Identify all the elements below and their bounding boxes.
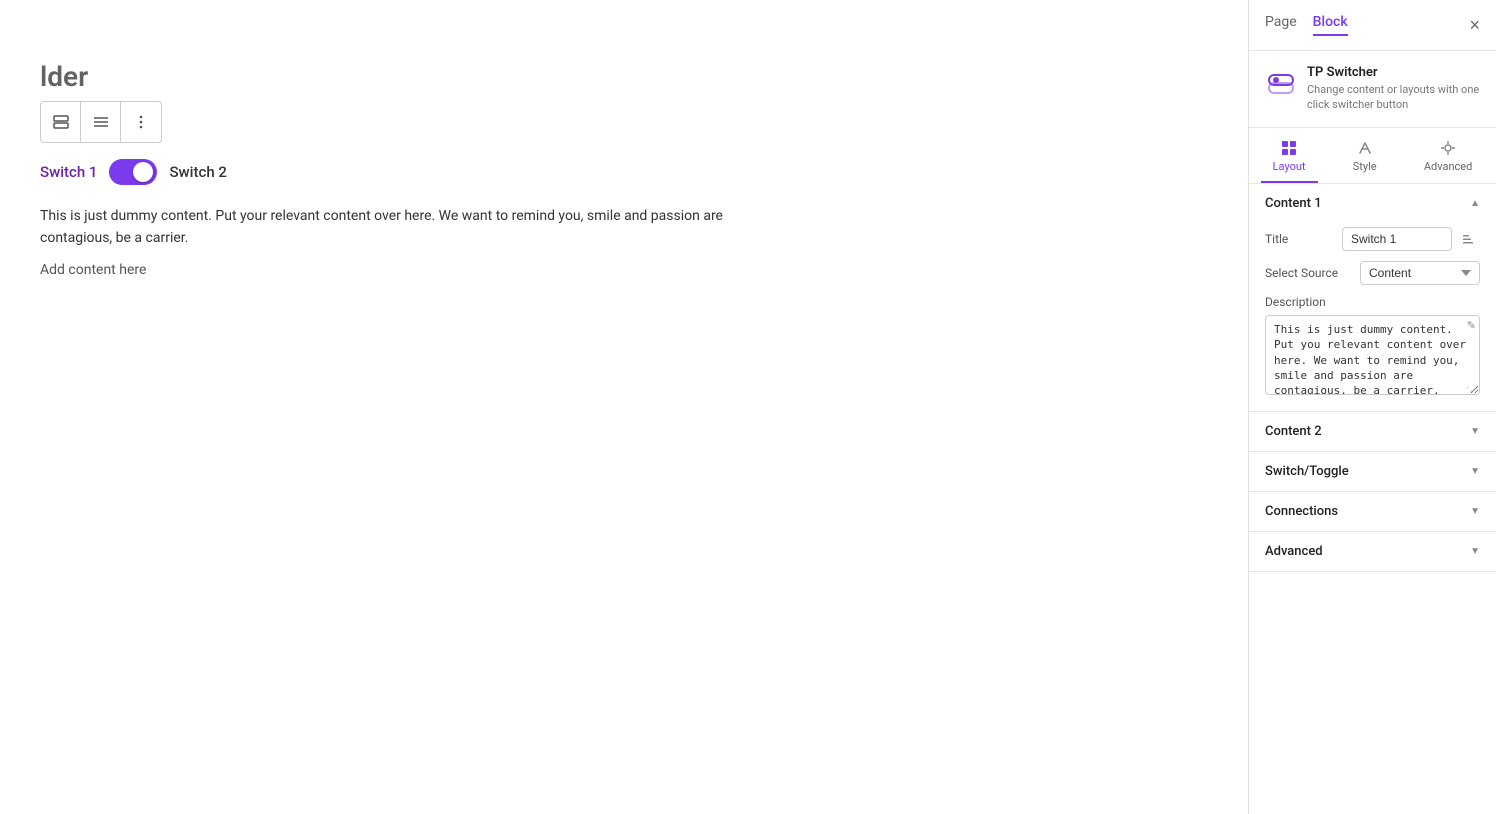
desc-edit-icon[interactable]: ✎	[1467, 319, 1476, 332]
title-field-label: Title	[1265, 232, 1288, 246]
block-info: TP Switcher Change content or layouts wi…	[1249, 51, 1496, 128]
section-content2-header[interactable]: Content 2 ▼	[1249, 412, 1496, 451]
advanced-sub-icon	[1440, 140, 1456, 156]
section-advanced-header[interactable]: Advanced ▼	[1249, 532, 1496, 571]
chevron-down-icon-con: ▼	[1470, 506, 1480, 517]
canvas-area: lder Switch 1	[0, 0, 1248, 814]
toggle-switch[interactable]	[109, 159, 157, 185]
close-button[interactable]: ×	[1469, 15, 1480, 36]
section-content1: Content 1 ▲ Title	[1249, 184, 1496, 412]
section-switch-toggle-title: Switch/Toggle	[1265, 464, 1349, 479]
layout-icon	[52, 113, 70, 131]
block-name: TP Switcher	[1307, 65, 1480, 80]
tab-page[interactable]: Page	[1265, 14, 1297, 36]
switch1-label: Switch 1	[40, 163, 97, 181]
section-connections-title: Connections	[1265, 504, 1338, 519]
title-field-row: Title	[1265, 227, 1480, 251]
source-field-row: Select Source Content Template Custom	[1265, 261, 1480, 285]
list-icon	[92, 113, 110, 131]
source-dropdown[interactable]: Content Template Custom	[1360, 261, 1480, 285]
toggle-thumb	[133, 162, 153, 182]
tp-switcher-icon	[1265, 65, 1297, 97]
panel-tabs: Page Block	[1265, 14, 1348, 36]
section-switch-toggle: Switch/Toggle ▼	[1249, 452, 1496, 492]
chevron-up-icon: ▲	[1470, 198, 1480, 209]
switch2-label: Switch 2	[169, 163, 226, 181]
add-content-link[interactable]: Add content here	[40, 262, 1208, 278]
section-content2-title: Content 2	[1265, 424, 1322, 439]
block-toolbar	[40, 101, 162, 143]
section-content2: Content 2 ▼	[1249, 412, 1496, 452]
content-text: This is just dummy content. Put your rel…	[40, 205, 740, 250]
sub-tabs: Layout Style Advanced	[1249, 128, 1496, 184]
section-connections-header[interactable]: Connections ▼	[1249, 492, 1496, 531]
layout-icon-btn[interactable]	[41, 102, 81, 142]
right-panel: Page Block × TP Switcher Change content …	[1248, 0, 1496, 814]
tab-block[interactable]: Block	[1313, 14, 1348, 36]
section-content1-title: Content 1	[1265, 196, 1322, 211]
desc-textarea-wrapper: This is just dummy content. Put you rele…	[1265, 315, 1480, 399]
chevron-down-icon-adv: ▼	[1470, 546, 1480, 557]
layout-sub-icon	[1281, 140, 1297, 156]
sub-tab-style[interactable]: Style	[1341, 136, 1389, 183]
partial-title: lder	[40, 60, 1208, 93]
section-content1-body: Title Select Source Content	[1249, 223, 1496, 411]
title-input[interactable]	[1342, 227, 1452, 251]
chevron-down-icon-c2: ▼	[1470, 426, 1480, 437]
toggle-track[interactable]	[109, 159, 157, 185]
list-icon-btn[interactable]	[81, 102, 121, 142]
section-advanced: Advanced ▼	[1249, 532, 1496, 572]
section-content1-header[interactable]: Content 1 ▲	[1249, 184, 1496, 223]
sub-tab-advanced[interactable]: Advanced	[1412, 136, 1484, 183]
source-field-label: Select Source	[1265, 266, 1338, 280]
block-description: Change content or layouts with one click…	[1307, 82, 1480, 113]
switch-container: Switch 1 Switch 2	[40, 159, 1208, 185]
style-sub-icon	[1357, 140, 1373, 156]
block-info-text: TP Switcher Change content or layouts wi…	[1307, 65, 1480, 113]
section-connections: Connections ▼	[1249, 492, 1496, 532]
chevron-down-icon-st: ▼	[1470, 466, 1480, 477]
section-advanced-title: Advanced	[1265, 544, 1323, 559]
title-edit-icon[interactable]	[1456, 227, 1480, 251]
panel-header: Page Block ×	[1249, 0, 1496, 51]
sub-tab-layout[interactable]: Layout	[1261, 136, 1318, 183]
desc-textarea[interactable]: This is just dummy content. Put you rele…	[1265, 315, 1480, 395]
title-input-wrapper	[1342, 227, 1480, 251]
resize-handle: ⋱	[1466, 386, 1476, 397]
more-dots-icon	[132, 113, 150, 131]
section-switch-toggle-header[interactable]: Switch/Toggle ▼	[1249, 452, 1496, 491]
more-icon-btn[interactable]	[121, 102, 161, 142]
desc-label: Description	[1265, 295, 1480, 309]
